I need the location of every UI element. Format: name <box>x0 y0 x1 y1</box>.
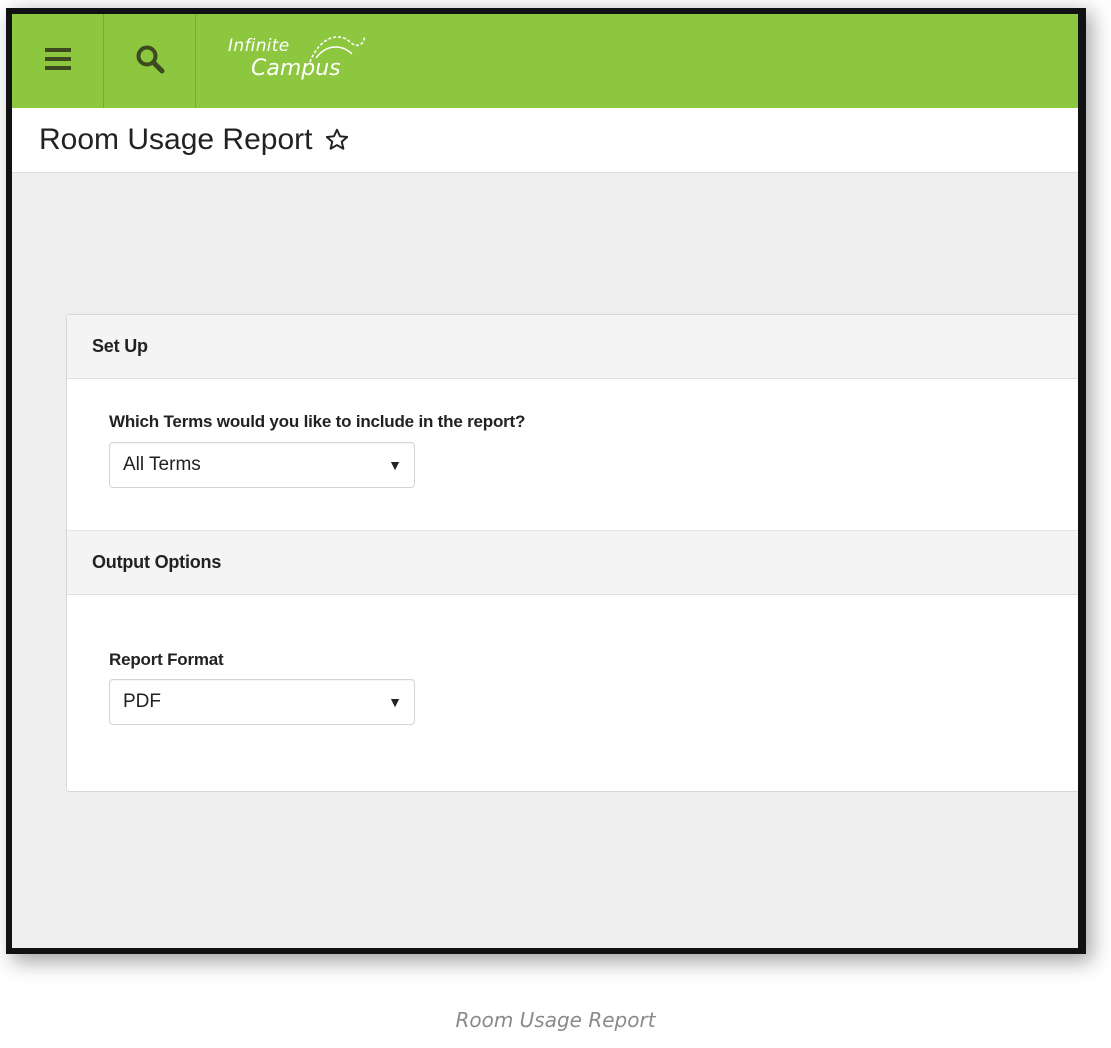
infinite-campus-logo[interactable]: Infinite Campus <box>226 14 396 108</box>
terms-select[interactable]: All Terms ▼ <box>109 442 415 488</box>
output-options-section-header: Output Options <box>67 530 1078 595</box>
terms-label: Which Terms would you like to include in… <box>109 412 526 431</box>
top-navigation-bar: Infinite Campus <box>12 14 1078 109</box>
app-window: Infinite Campus Room Usage Report Set Up… <box>6 8 1086 954</box>
page-title: Room Usage Report <box>39 123 313 156</box>
menu-button[interactable] <box>12 14 104 108</box>
search-button[interactable] <box>104 14 196 108</box>
terms-select-value: All Terms <box>123 454 201 475</box>
report-format-select[interactable]: PDF ▼ <box>109 679 415 725</box>
caret-down-icon: ▼ <box>388 457 402 473</box>
setup-heading: Set Up <box>92 336 148 356</box>
hamburger-menu-icon <box>43 46 73 77</box>
setup-section-header: Set Up <box>67 315 1078 379</box>
caret-down-icon: ▼ <box>388 694 402 710</box>
page-title-bar: Room Usage Report <box>12 108 1078 173</box>
report-format-label: Report Format <box>109 650 224 669</box>
output-options-heading: Output Options <box>92 552 222 572</box>
favorite-star-icon[interactable] <box>324 127 350 153</box>
logo-text-infinite: Infinite <box>228 36 290 56</box>
figure-caption: Room Usage Report <box>455 1008 656 1032</box>
report-format-select-value: PDF <box>123 691 161 712</box>
logo-swoosh-icon <box>306 32 370 77</box>
report-options-panel: Set Up Which Terms would you like to inc… <box>66 314 1078 792</box>
search-icon <box>135 44 165 79</box>
